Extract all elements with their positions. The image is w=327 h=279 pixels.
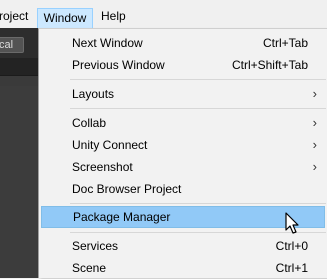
menu-item-package-manager[interactable]: Package Manager [41,206,325,228]
menu-item-shortcut: Ctrl+Tab [262,36,308,50]
menu-item-next-window[interactable]: Next Window Ctrl+Tab [39,32,327,54]
menu-item-label: Services [72,239,119,253]
menu-help[interactable]: Help [101,7,126,25]
menu-item-screenshot[interactable]: Screenshot › [39,156,327,178]
menu-item-shortcut: Ctrl+1 [275,261,308,275]
chevron-right-icon: › [312,86,317,101]
local-button[interactable]: cal [0,37,24,53]
chevron-right-icon: › [312,115,317,130]
menu-window[interactable]: Window [37,8,93,29]
menu-item-layouts[interactable]: Layouts › [39,83,327,105]
menu-project[interactable]: roject [0,7,28,25]
menu-separator [70,108,326,109]
editor-background: cal [0,28,38,278]
menu-item-label: Collab [72,116,107,130]
editor-panel [0,86,38,278]
menu-item-label: Screenshot [72,160,133,174]
window-menu-dropdown: Next Window Ctrl+Tab Previous Window Ctr… [38,28,327,278]
menu-item-collab[interactable]: Collab › [39,112,327,134]
menu-bar: roject Window Help [0,0,327,29]
menu-item-doc-browser-project[interactable]: Doc Browser Project [39,178,327,200]
menu-item-services[interactable]: Services Ctrl+0 [39,235,327,257]
menu-item-label: Package Manager [73,210,171,224]
mouse-cursor-icon [285,212,299,234]
menu-item-unity-connect[interactable]: Unity Connect › [39,134,327,156]
menu-item-previous-window[interactable]: Previous Window Ctrl+Shift+Tab [39,54,327,76]
menu-item-label: Doc Browser Project [72,182,182,196]
menu-item-label: Scene [72,261,107,275]
menu-item-scene[interactable]: Scene Ctrl+1 [39,257,327,279]
menu-item-label: Unity Connect [72,138,148,152]
menu-item-label: Previous Window [72,58,165,72]
menu-item-label: Next Window [72,36,143,50]
chevron-right-icon: › [312,137,317,152]
menu-item-label: Layouts [72,87,115,101]
menu-item-shortcut: Ctrl+Shift+Tab [231,58,308,72]
editor-tab-strip [0,58,38,76]
menu-separator [70,203,326,204]
chevron-right-icon: › [312,159,317,174]
menu-separator [70,79,326,80]
editor-toolbar: cal [0,28,38,58]
menu-item-shortcut: Ctrl+0 [275,239,308,253]
